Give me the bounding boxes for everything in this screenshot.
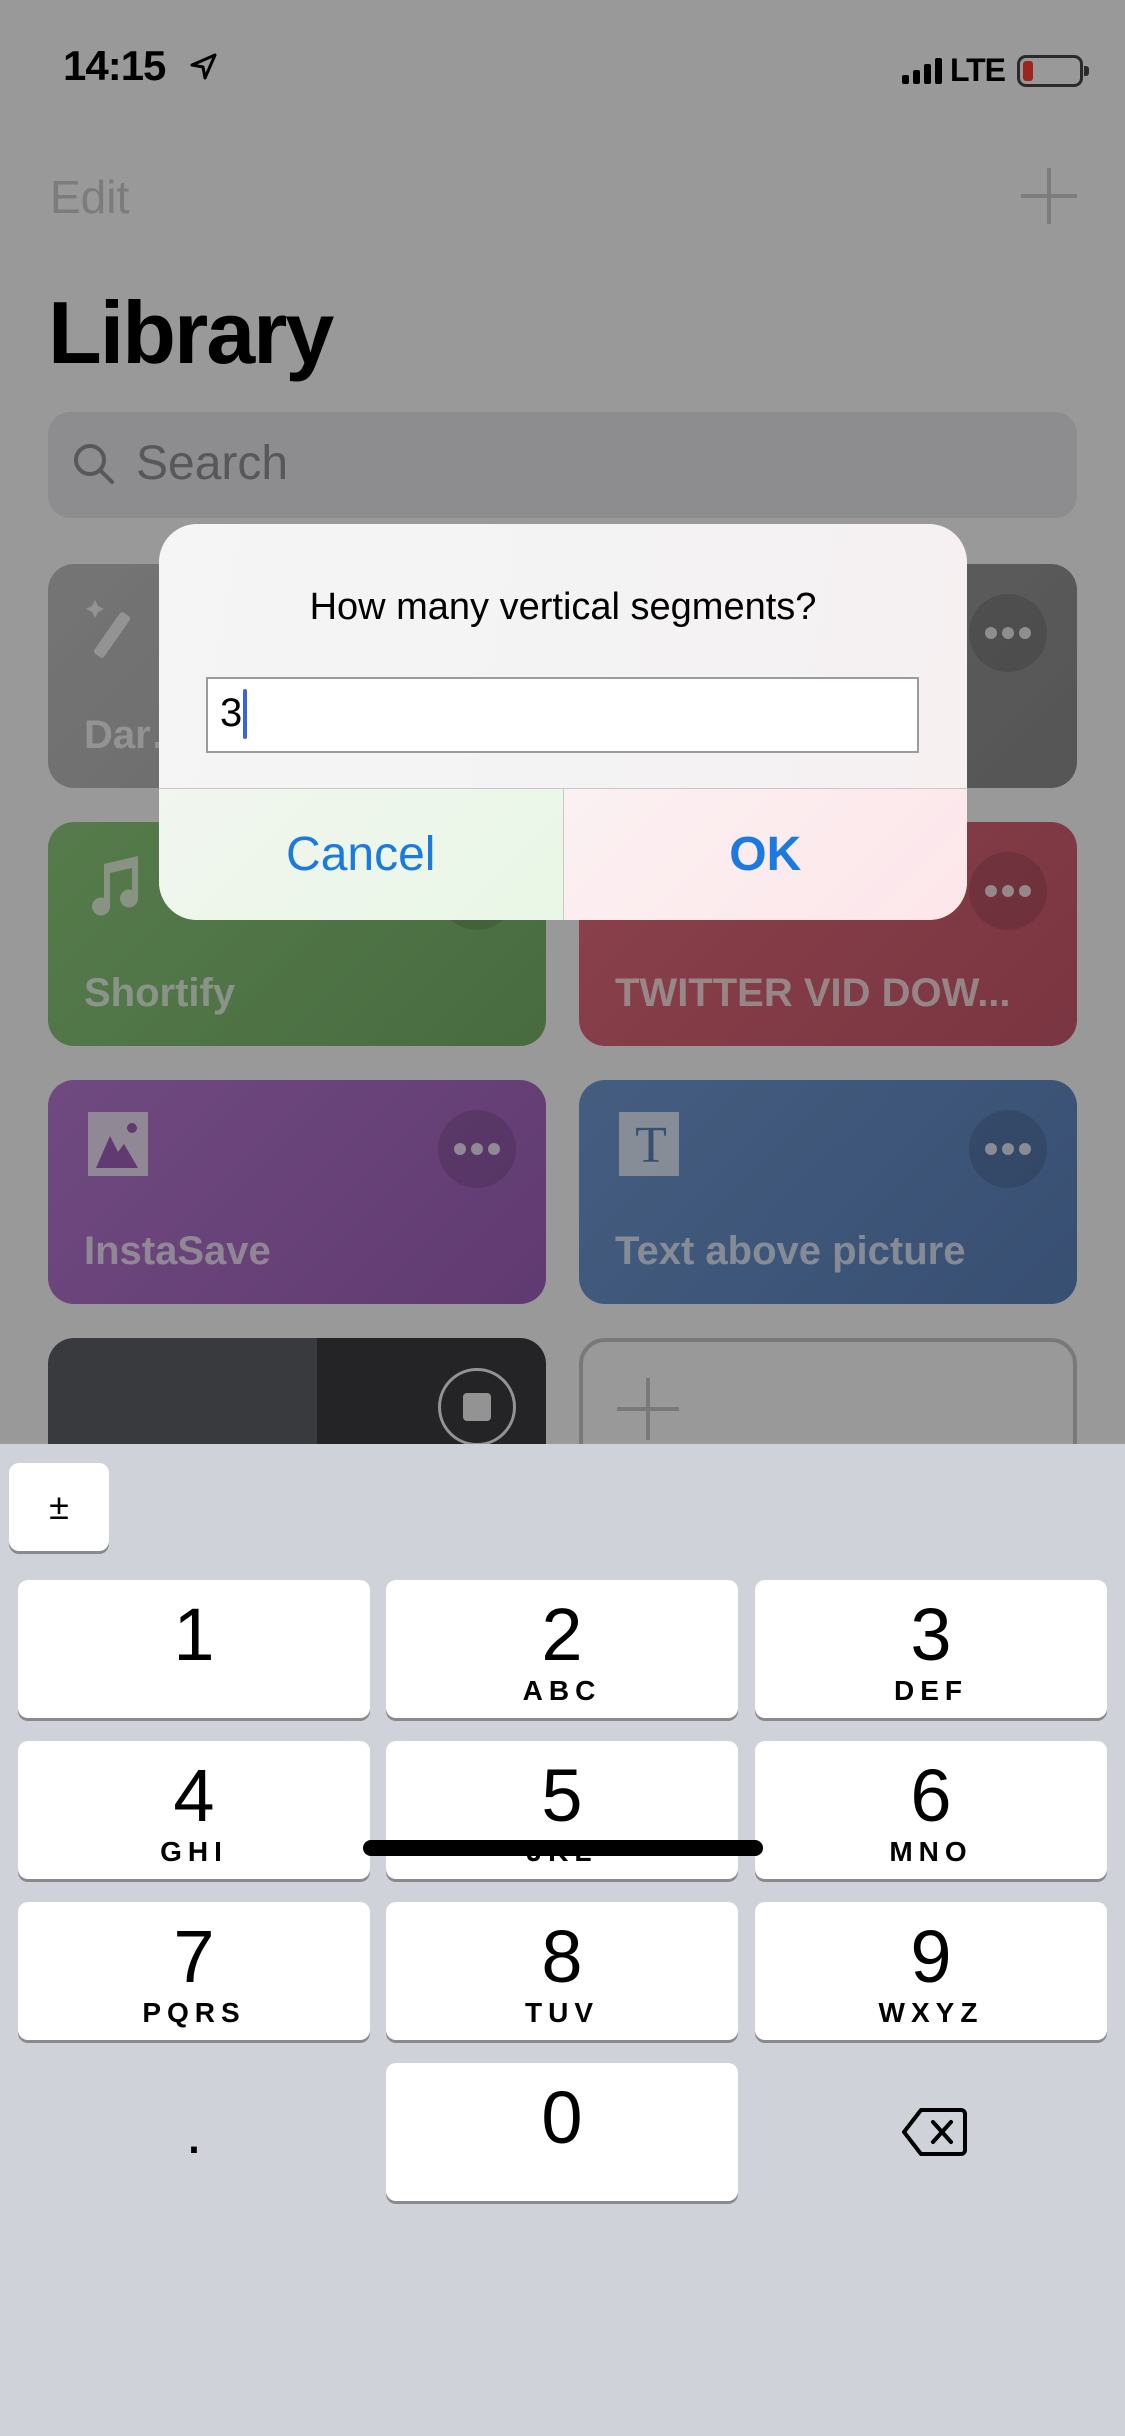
key-digit: 8 <box>541 1915 583 1998</box>
plus-minus-key[interactable]: ± <box>9 1463 109 1551</box>
key-letters: GHI <box>160 1836 228 1867</box>
key-digit: 2 <box>541 1593 583 1676</box>
alert-dialog: How many vertical segments? 3 Cancel OK <box>159 524 967 920</box>
alert-title: How many vertical segments? <box>309 586 817 628</box>
key-9[interactable]: 9 WXYZ <box>755 1902 1107 2040</box>
key-digit: . <box>185 2099 203 2166</box>
key-6[interactable]: 6 MNO <box>755 1741 1107 1879</box>
key-digit: 6 <box>910 1754 952 1837</box>
key-5[interactable]: 5 JKL <box>386 1741 738 1879</box>
key-7[interactable]: 7 PQRS <box>18 1902 370 2040</box>
key-1[interactable]: 1 <box>18 1580 370 1718</box>
key-letters: TUV <box>525 1997 599 2028</box>
input-value: 3 <box>220 691 243 735</box>
key-digit: 7 <box>173 1915 215 1998</box>
key-0[interactable]: 0 <box>386 2063 738 2201</box>
segments-input[interactable]: 3 <box>206 677 919 753</box>
key-digit: 1 <box>173 1593 215 1676</box>
key-letters: PQRS <box>142 1997 246 2028</box>
text-cursor <box>243 689 247 739</box>
numeric-keyboard: ± 1 2 ABC 3 DEF 4 GHI 5 JKL 6 MNO 7 PQRS… <box>0 1444 1125 2436</box>
backspace-icon <box>902 2108 967 2156</box>
key-3[interactable]: 3 DEF <box>755 1580 1107 1718</box>
delete-key[interactable] <box>755 2063 1107 2201</box>
cancel-button[interactable]: Cancel <box>159 789 564 920</box>
key-letters: WXYZ <box>878 1997 984 2028</box>
key-letters: ABC <box>522 1675 602 1706</box>
alert-actions: Cancel OK <box>159 788 967 920</box>
key-digit: 0 <box>541 2076 583 2159</box>
key-digit: 3 <box>910 1593 952 1676</box>
key-digit: 5 <box>541 1754 583 1837</box>
key-digit: 9 <box>910 1915 952 1998</box>
key-4[interactable]: 4 GHI <box>18 1741 370 1879</box>
key-8[interactable]: 8 TUV <box>386 1902 738 2040</box>
key-letters: MNO <box>889 1836 973 1867</box>
ok-button[interactable]: OK <box>563 789 967 920</box>
key-letters: DEF <box>894 1675 968 1706</box>
decimal-key[interactable]: . <box>18 2063 370 2201</box>
key-digit: 4 <box>173 1754 215 1837</box>
home-indicator[interactable] <box>363 1840 763 1856</box>
key-2[interactable]: 2 ABC <box>386 1580 738 1718</box>
